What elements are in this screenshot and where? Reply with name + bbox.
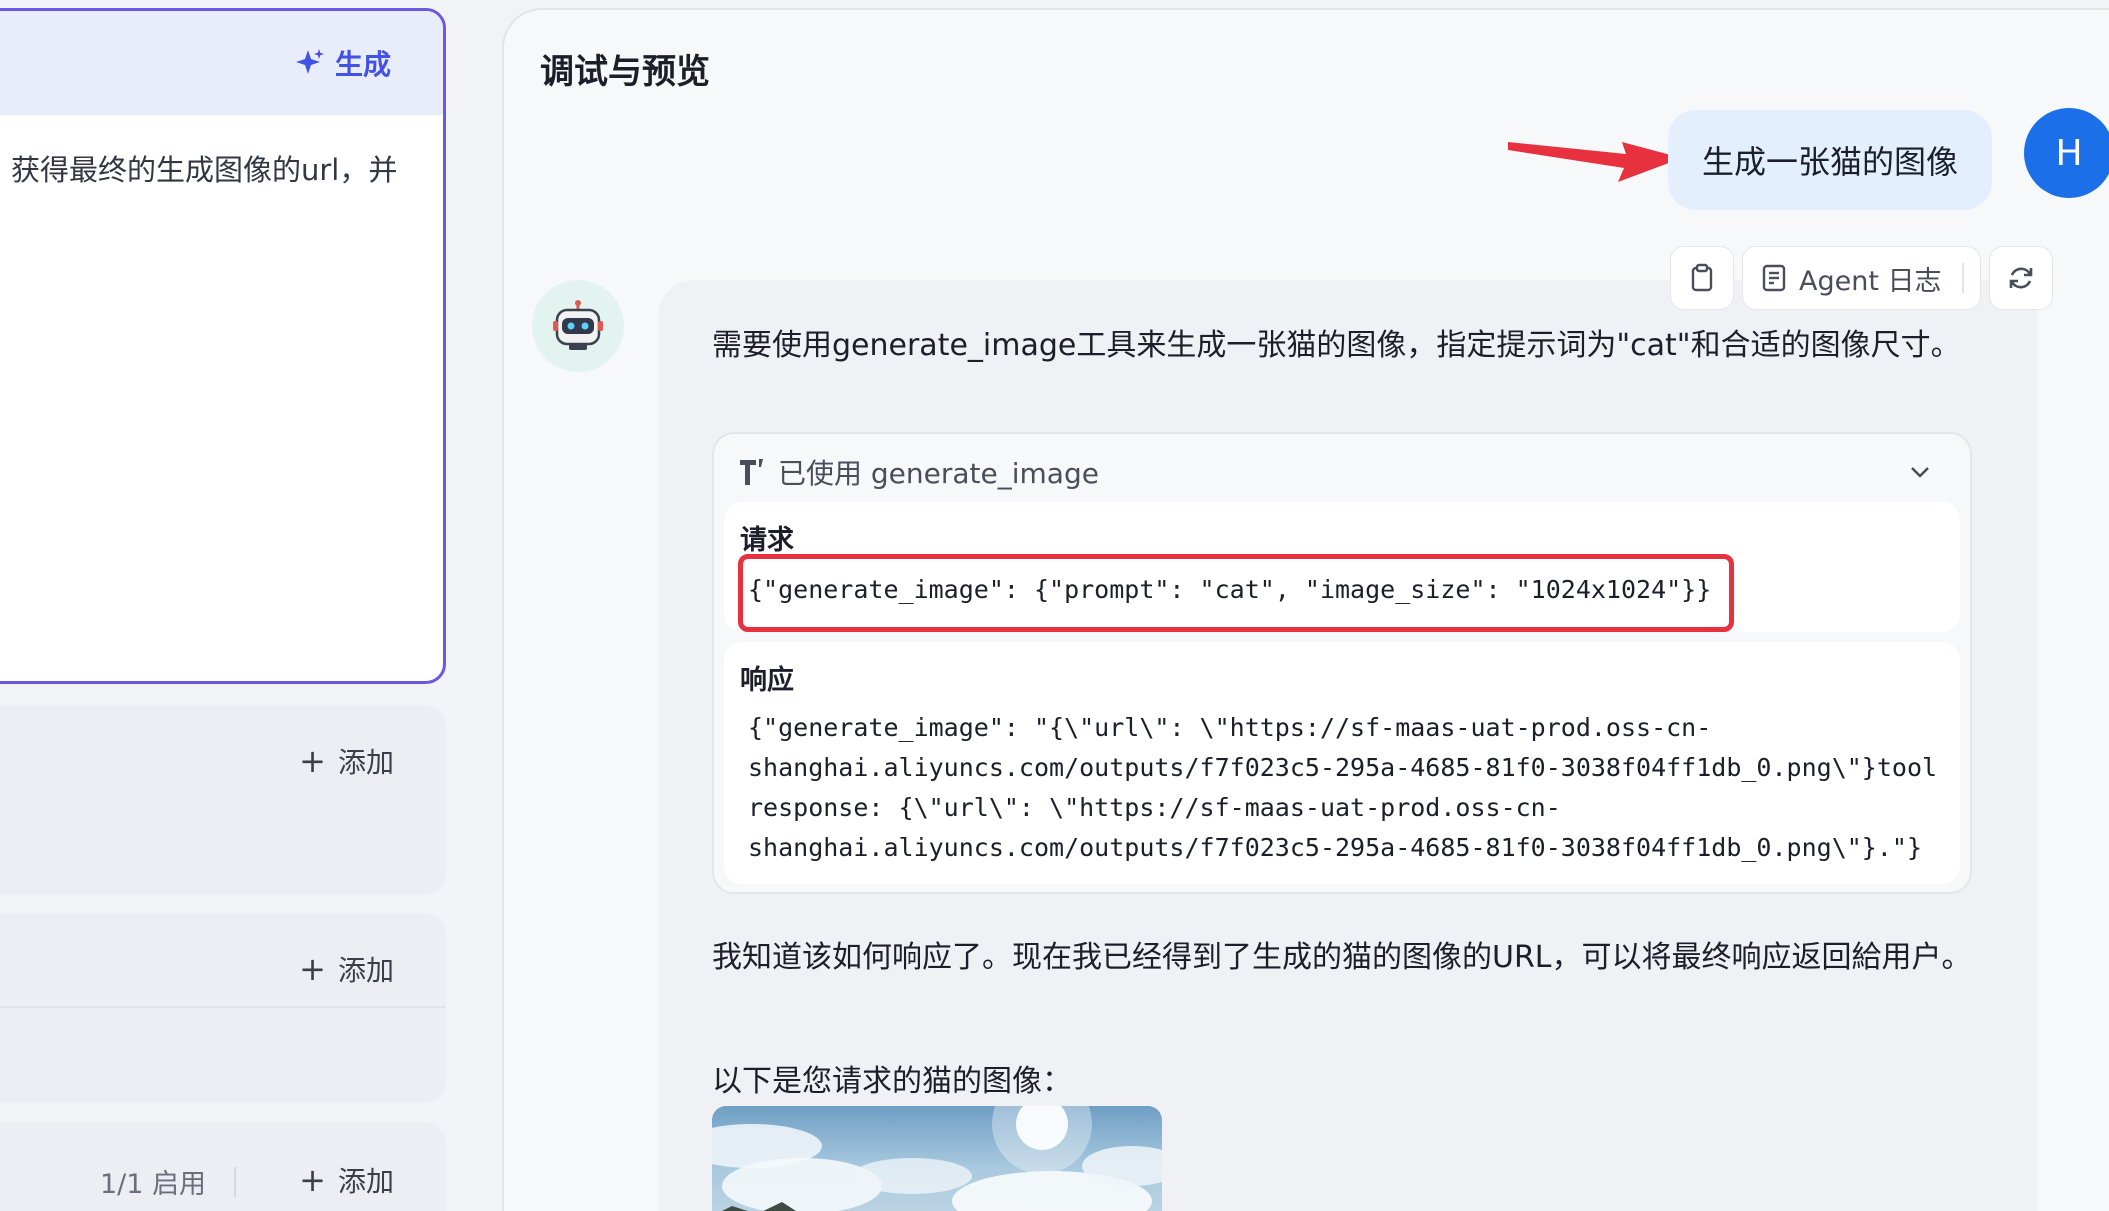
config-card: 1/1 启用 + 添加 (0, 1122, 446, 1211)
prompt-card[interactable]: 生成 获得最终的生成图像的url，并 (0, 8, 446, 684)
response-code-line: {"generate_image": "{\"url\": \"https://… (748, 713, 1712, 742)
response-code-line: shanghai.aliyuncs.com/outputs/f7f023c5-2… (748, 753, 1938, 782)
page: 生成 获得最终的生成图像的url，并 + 添加 + 添加 1/1 启用 + 添加… (0, 0, 2109, 1211)
generate-label: 生成 (334, 48, 391, 81)
tool-call-header[interactable]: 已使用 generate_image (738, 452, 1099, 492)
agent-log-label: Agent 日志 (1799, 265, 1942, 297)
prompt-card-header: 生成 (0, 11, 443, 115)
user-message: 生成一张猫的图像 (1668, 110, 1992, 210)
sky-cloud-image (712, 1106, 1162, 1211)
bot-reasoning-text: 需要使用generate_image工具来生成一张猫的图像，指定提示词为"cat… (712, 328, 1961, 363)
user-avatar[interactable]: H (2024, 108, 2109, 198)
plus-icon: + (299, 950, 326, 988)
enabled-count-text: 1/1 启用 (99, 1169, 206, 1200)
prompt-text[interactable]: 获得最终的生成图像的url，并 (11, 147, 397, 189)
agent-log-button[interactable]: Agent 日志 (1742, 246, 1981, 310)
generated-image[interactable] (712, 1106, 1162, 1211)
bot-message: 需要使用generate_image工具来生成一张猫的图像，指定提示词为"cat… (658, 280, 2038, 1211)
divider (0, 1006, 446, 1008)
response-code-line: response: {\"url\": \"https://sf-maas-ua… (748, 793, 1561, 822)
add-button[interactable]: + 添加 (299, 1160, 394, 1200)
panel-title: 调试与预览 (540, 52, 710, 92)
bot-avatar (532, 280, 624, 372)
annotation-arrow (1508, 142, 1682, 182)
config-card: + 添加 (0, 913, 446, 1103)
clipboard-icon (1691, 263, 1713, 292)
plus-icon: + (299, 1161, 326, 1199)
regenerate-button[interactable] (1988, 246, 2053, 310)
response-label: 响应 (740, 665, 794, 696)
chevron-down-icon[interactable] (1906, 458, 1934, 486)
separator (234, 1166, 236, 1197)
add-label: 添加 (337, 746, 394, 779)
enabled-count: 1/1 启用 (100, 1162, 236, 1201)
copy-button[interactable] (1670, 246, 1734, 310)
response-code: {"generate_image": "{\"url\": \"https://… (748, 708, 1937, 868)
plus-icon: + (299, 742, 326, 780)
robot-icon (553, 300, 603, 350)
add-button[interactable]: + 添加 (299, 949, 394, 989)
annotation-highlight-box (738, 554, 1734, 632)
debug-preview-panel: 调试与预览 生成一张猫的图像 H 需要使用generate_image工具来生成… (502, 8, 2109, 1211)
message-toolbar: Agent 日志 (1670, 246, 2053, 310)
left-column: 生成 获得最终的生成图像的url，并 + 添加 + 添加 1/1 启用 + 添加 (0, 0, 460, 1211)
add-label: 添加 (337, 1165, 394, 1198)
request-box: 请求 {"generate_image": {"prompt": "cat", … (724, 502, 1960, 632)
response-code-line: shanghai.aliyuncs.com/outputs/f7f023c5-2… (748, 833, 1922, 862)
refresh-icon (2009, 267, 2032, 289)
config-card: + 添加 (0, 705, 446, 895)
sparkle-icon (295, 49, 324, 74)
separator (1961, 263, 1964, 293)
bot-response-text: 我知道该如何响应了。现在我已经得到了生成的猫的图像的URL，可以将最终响应返回給… (712, 940, 1972, 975)
add-button[interactable]: + 添加 (299, 741, 394, 781)
bot-image-caption: 以下是您请求的猫的图像： (712, 1064, 1072, 1099)
tool-call-block: 已使用 generate_image 请求 {"generate_image":… (712, 432, 1972, 894)
tool-used-label: 已使用 generate_image (778, 457, 1099, 490)
generate-button[interactable]: 生成 (295, 43, 391, 83)
tool-icon (740, 459, 763, 485)
response-box: 响应 {"generate_image": "{\"url\": \"https… (724, 642, 1960, 884)
request-label: 请求 (740, 525, 794, 556)
add-label: 添加 (337, 954, 394, 987)
document-icon (1762, 264, 1786, 292)
